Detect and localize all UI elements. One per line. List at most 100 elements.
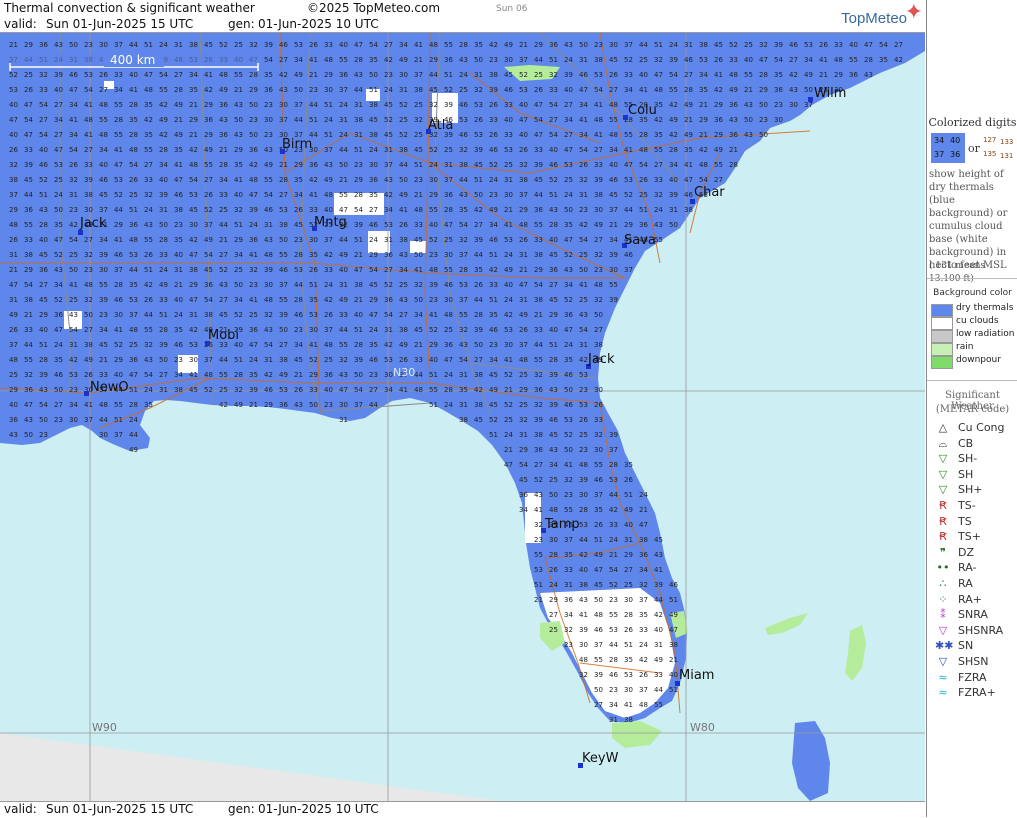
thermal-height-value: 34 — [99, 146, 108, 154]
thermal-height-value: 31 — [264, 356, 273, 364]
map-footer: valid: Sun 01-Jun-2025 15 UTC gen: 01-Ju… — [0, 801, 925, 818]
thermal-height-value: 52 — [384, 116, 393, 124]
thermal-height-value: 48 — [519, 221, 528, 229]
thermal-height-value: 38 — [399, 326, 408, 334]
thermal-height-value: 40 — [9, 101, 18, 109]
thermal-height-value: 32 — [534, 521, 543, 529]
thermal-height-value: 41 — [249, 296, 258, 304]
thermal-height-value: 36 — [249, 326, 258, 334]
thermal-height-value: 35 — [699, 86, 708, 94]
thermal-height-value: 33 — [309, 386, 318, 394]
weather-map[interactable]: 21 29 36 43 50 23 30 37 44 51 24 31 38 45 52 25 32 39 46 53… — [0, 33, 925, 801]
thermal-height-value: 51 — [624, 641, 633, 649]
thermal-height-value: 47 — [444, 221, 453, 229]
thermal-height-value: 38 — [624, 716, 633, 724]
thermal-height-value: 43 — [219, 116, 228, 124]
thermal-height-value: 40 — [39, 146, 48, 154]
thermal-height-value: 47 — [534, 131, 543, 139]
thermal-height-value: 47 — [54, 146, 63, 154]
thermal-height-value: 31 — [459, 371, 468, 379]
bg-legend-label: cu clouds — [956, 316, 999, 326]
thermal-height-value: 30 — [579, 491, 588, 499]
thermal-height-value: 48 — [639, 146, 648, 154]
thermal-height-value: 34 — [804, 56, 813, 64]
thermal-height-value: 35 — [639, 611, 648, 619]
thermal-height-value: 35 — [144, 101, 153, 109]
topmeteo-logo[interactable]: TopMeteo — [841, 10, 907, 27]
thermal-height-value: 23 — [39, 431, 48, 439]
day-tab[interactable]: Sun 06 — [496, 4, 527, 14]
thermal-height-value: 35 — [264, 71, 273, 79]
thermal-height-value: 45 — [609, 56, 618, 64]
snow-rain-shower-icon: ▽ — [938, 623, 948, 637]
thermal-height-value: 27 — [714, 176, 723, 184]
thermal-height-value: 33 — [534, 236, 543, 244]
thermal-height-value: 23 — [264, 131, 273, 139]
svg-text:Mntg: Mntg — [314, 215, 347, 230]
thermal-height-value: 48 — [414, 386, 423, 394]
thermal-height-value: 51 — [234, 221, 243, 229]
thermal-height-value: 46 — [594, 626, 603, 634]
thermal-height-value: 47 — [339, 386, 348, 394]
thermal-height-value: 44 — [654, 596, 663, 604]
thermal-height-value: 49 — [294, 71, 303, 79]
thermal-height-value: 39 — [429, 281, 438, 289]
thermal-height-value: 36 — [339, 71, 348, 79]
thermal-height-value: 47 — [54, 236, 63, 244]
thermal-height-value: 36 — [24, 386, 33, 394]
thermal-height-value: 37 — [204, 356, 213, 364]
thermal-height-value: 30 — [609, 41, 618, 49]
thermal-height-value: 30 — [189, 221, 198, 229]
thermal-height-value: 30 — [594, 206, 603, 214]
thermal-height-value: 30 — [264, 281, 273, 289]
thermal-height-value: 54 — [39, 131, 48, 139]
thermal-height-value: 32 — [564, 476, 573, 484]
thermal-height-value: 29 — [9, 206, 18, 214]
thermal-height-value: 50 — [474, 341, 483, 349]
thermal-height-value: 47 — [54, 326, 63, 334]
thermal-height-value: 37 — [324, 146, 333, 154]
thermal-height-value: 28 — [129, 401, 138, 409]
thermal-height-value: 33 — [594, 161, 603, 169]
thermal-height-value: 40 — [339, 266, 348, 274]
thermal-height-value: 21 — [699, 131, 708, 139]
thermal-height-value: 28 — [129, 131, 138, 139]
thermal-height-value: 49 — [714, 146, 723, 154]
thermal-height-value: 52 — [429, 326, 438, 334]
thermal-height-value: 24 — [639, 641, 648, 649]
thermal-height-value: 29 — [249, 86, 258, 94]
thermal-height-value: 24 — [654, 206, 663, 214]
thermal-height-value: 29 — [534, 266, 543, 274]
thermal-height-value: 41 — [684, 161, 693, 169]
thermal-height-value: 47 — [354, 266, 363, 274]
svg-text:Atla: Atla — [428, 118, 453, 133]
thermal-height-value: 53 — [279, 386, 288, 394]
thermal-height-value: 40 — [324, 206, 333, 214]
thermal-height-value: 52 — [399, 131, 408, 139]
thermal-height-value: 42 — [789, 71, 798, 79]
thermal-height-value: 38 — [414, 86, 423, 94]
thermal-height-value: 46 — [504, 86, 513, 94]
thermal-height-value: 45 — [294, 221, 303, 229]
thermal-height-value: 54 — [69, 146, 78, 154]
thermal-height-value: 51 — [129, 206, 138, 214]
thermal-height-value: 35 — [189, 86, 198, 94]
thermal-height-value: 26 — [594, 401, 603, 409]
thermal-height-value: 45 — [519, 476, 528, 484]
thermal-height-value: 55 — [534, 356, 543, 364]
thermal-height-value: 39 — [39, 371, 48, 379]
thermal-height-value: 47 — [114, 161, 123, 169]
thermal-height-value: 39 — [279, 311, 288, 319]
thermal-height-value: 43 — [459, 56, 468, 64]
thermal-height-value: 50 — [159, 221, 168, 229]
thermal-height-value: 45 — [99, 191, 108, 199]
thermal-height-value: 51 — [594, 536, 603, 544]
thermal-height-value: 35 — [369, 191, 378, 199]
thermal-height-value: 25 — [579, 431, 588, 439]
thermal-height-value: 26 — [474, 281, 483, 289]
thermal-height-value: 44 — [459, 176, 468, 184]
thermal-height-value: 42 — [654, 611, 663, 619]
thermal-height-value: 55 — [624, 131, 633, 139]
thermal-height-value: 49 — [339, 251, 348, 259]
thermal-height-value: 48 — [99, 131, 108, 139]
